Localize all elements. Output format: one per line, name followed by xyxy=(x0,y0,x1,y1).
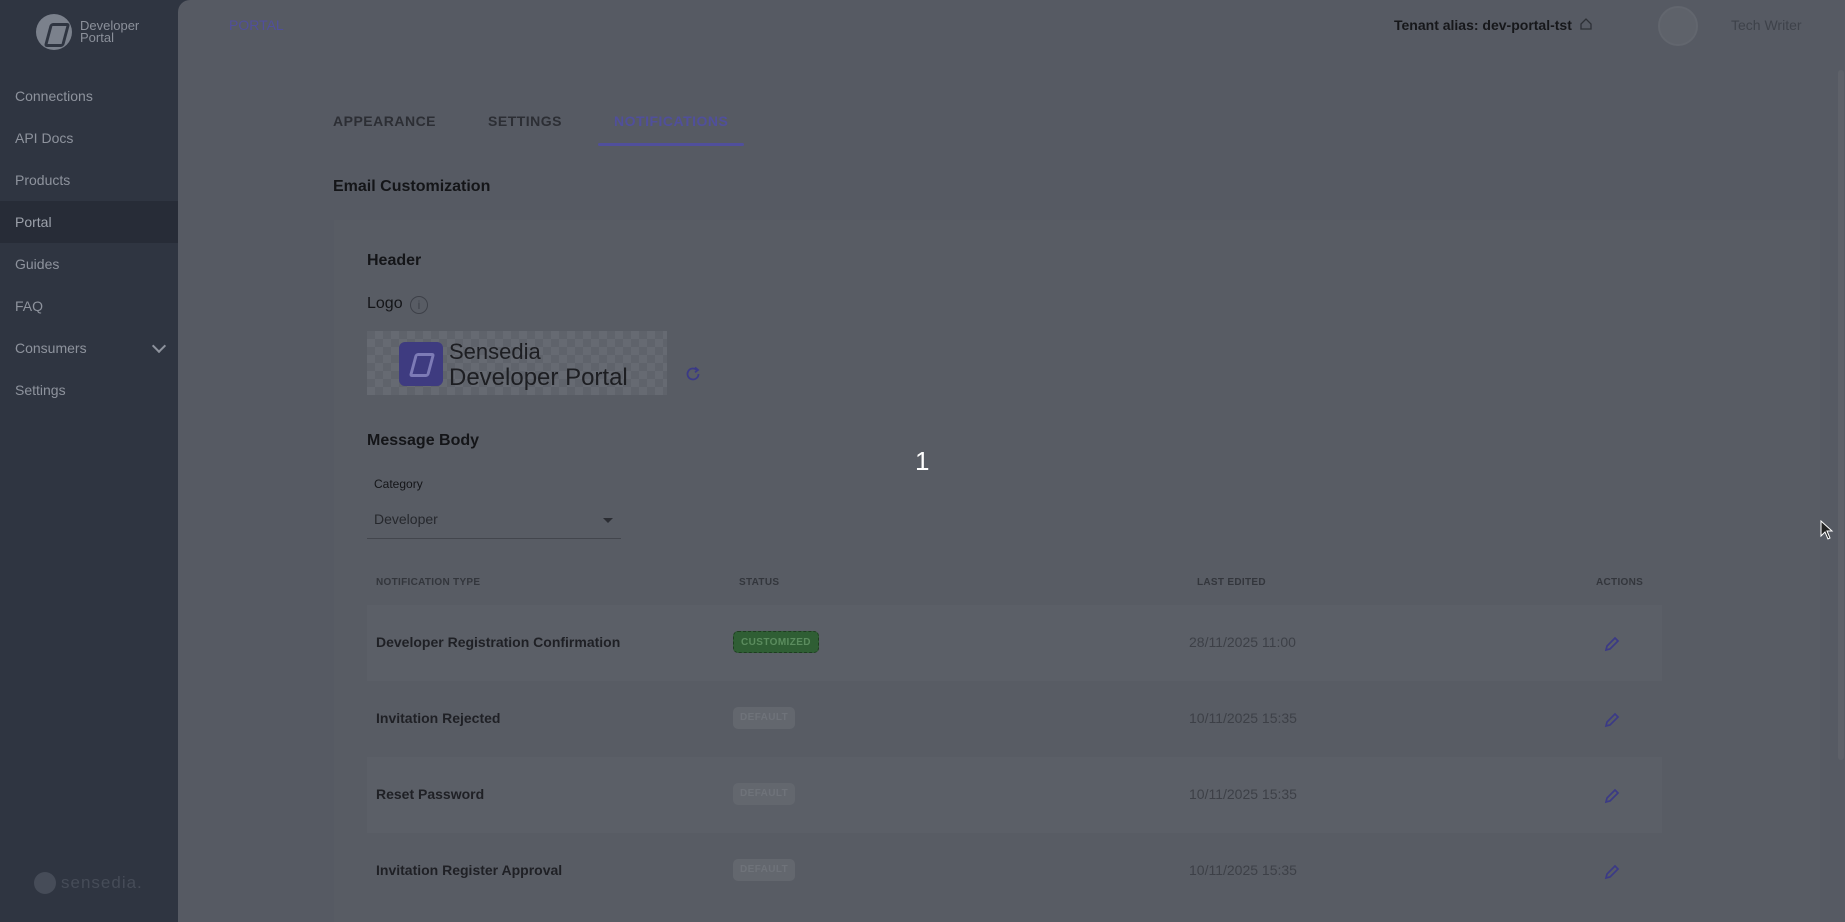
table-row: Developer Registration Confirmation CUST… xyxy=(367,605,1662,681)
scrollbar[interactable] xyxy=(1838,70,1844,760)
status-badge: DEFAULT xyxy=(733,859,796,881)
logo-preview[interactable]: Sensedia Developer Portal xyxy=(367,331,667,395)
sensedia-logo-icon xyxy=(34,872,56,894)
main-content: PORTAL Tenant alias: dev-portal-tst Tech… xyxy=(178,0,1845,922)
status-badge: DEFAULT xyxy=(733,783,796,805)
logo-label: Logo xyxy=(367,295,403,312)
status-badge: CUSTOMIZED xyxy=(733,631,819,653)
sidebar-item-label: API Docs xyxy=(15,130,74,146)
sensedia-footer-logo: sensedia. xyxy=(34,872,143,894)
brand-logo-icon xyxy=(36,14,72,50)
category-value: Developer xyxy=(374,511,438,527)
edit-icon[interactable] xyxy=(1601,709,1623,731)
edit-icon[interactable] xyxy=(1601,861,1623,883)
last-edited: 10/11/2025 15:35 xyxy=(1189,862,1297,878)
sidebar-item-connections[interactable]: Connections xyxy=(0,75,178,117)
page-title: Email Customization xyxy=(333,178,491,195)
sidebar-item-settings[interactable]: Settings xyxy=(0,369,178,411)
sidebar: Developer Portal Connections API Docs Pr… xyxy=(0,0,178,922)
breadcrumb[interactable]: PORTAL xyxy=(229,17,284,33)
sidebar-item-products[interactable]: Products xyxy=(0,159,178,201)
last-edited: 28/11/2025 11:00 xyxy=(1189,634,1296,650)
sidebar-item-label: Settings xyxy=(15,382,66,398)
table-header: NOTIFICATION TYPE STATUS LAST EDITED ACT… xyxy=(367,565,1662,605)
header-section-title: Header xyxy=(367,252,422,269)
logo-text-secondary: Developer Portal xyxy=(449,364,628,391)
notification-type: Developer Registration Confirmation xyxy=(376,634,621,650)
notification-type: Invitation Register Approval xyxy=(376,862,563,878)
edit-icon[interactable] xyxy=(1601,785,1623,807)
category-label: Category xyxy=(374,477,423,491)
brand-name: Developer Portal xyxy=(80,18,140,45)
status-badge: DEFAULT xyxy=(733,707,796,729)
table-row: Invitation Rejected DEFAULT 10/11/2025 1… xyxy=(367,681,1662,757)
brand-logo[interactable]: Developer Portal xyxy=(36,14,139,50)
last-edited: 10/11/2025 15:35 xyxy=(1189,710,1297,726)
column-header-status: STATUS xyxy=(739,577,780,588)
sidebar-item-label: Guides xyxy=(15,256,60,272)
sidebar-item-faq[interactable]: FAQ xyxy=(0,285,178,327)
email-customization-card: Header Logo i Sensedia Developer Portal … xyxy=(334,220,1820,922)
edit-icon[interactable] xyxy=(1601,633,1623,655)
sidebar-item-label: FAQ xyxy=(15,298,44,314)
table-row: Reset Password DEFAULT 10/11/2025 15:35 xyxy=(367,757,1662,833)
sidebar-nav: Connections API Docs Products Portal Gui… xyxy=(0,75,178,411)
top-bar: PORTAL Tenant alias: dev-portal-tst Tech… xyxy=(178,0,1845,50)
sidebar-item-portal[interactable]: Portal xyxy=(0,201,178,243)
chevron-down-icon[interactable] xyxy=(151,338,167,354)
caret-down-icon xyxy=(603,518,613,523)
message-body-title: Message Body xyxy=(367,432,480,449)
sidebar-item-label: Portal xyxy=(15,214,52,230)
sidebar-item-label: Connections xyxy=(15,88,93,104)
sidebar-item-label: Consumers xyxy=(15,340,87,356)
sensedia-logo-icon xyxy=(399,342,443,386)
column-header-actions: ACTIONS xyxy=(1596,577,1644,588)
mouse-cursor-icon xyxy=(1820,520,1834,540)
sidebar-item-consumers[interactable]: Consumers xyxy=(0,327,178,369)
user-name[interactable]: Tech Writer xyxy=(1731,17,1802,33)
step-marker: 1 xyxy=(915,446,930,476)
tab-notifications[interactable]: NOTIFICATIONS xyxy=(597,104,745,146)
tenant-alias: Tenant alias: dev-portal-tst xyxy=(1394,17,1572,33)
last-edited: 10/11/2025 15:35 xyxy=(1189,786,1297,802)
home-icon[interactable] xyxy=(1579,17,1593,31)
sidebar-item-api-docs[interactable]: API Docs xyxy=(0,117,178,159)
tabs: APPEARANCE SETTINGS NOTIFICATIONS xyxy=(333,104,780,146)
table-row: Invitation Register Approval DEFAULT 10/… xyxy=(367,833,1662,909)
column-header-last-edited: LAST EDITED xyxy=(1197,577,1266,588)
info-icon[interactable]: i xyxy=(410,296,428,314)
avatar[interactable] xyxy=(1658,6,1698,46)
column-header-type: NOTIFICATION TYPE xyxy=(376,577,481,588)
refresh-icon[interactable] xyxy=(683,364,703,384)
logo-text-primary: Sensedia xyxy=(449,339,541,364)
notification-type: Reset Password xyxy=(376,786,485,802)
category-select[interactable]: Developer xyxy=(367,505,621,539)
notification-type: Invitation Rejected xyxy=(376,710,501,726)
sidebar-item-guides[interactable]: Guides xyxy=(0,243,178,285)
tab-appearance[interactable]: APPEARANCE xyxy=(333,104,436,146)
tab-settings[interactable]: SETTINGS xyxy=(488,104,562,146)
sidebar-item-label: Products xyxy=(15,172,71,188)
notifications-table: NOTIFICATION TYPE STATUS LAST EDITED ACT… xyxy=(367,565,1662,909)
